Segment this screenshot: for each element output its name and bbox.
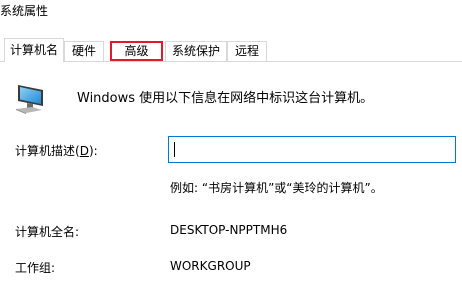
full-name-value: DESKTOP-NPPTMH6 (170, 223, 288, 237)
window-title: 系统属性 (0, 4, 49, 18)
text-caret (174, 142, 175, 157)
workgroup-label: 工作组: (15, 261, 56, 275)
computer-name-panel: Windows 使用以下信息在网络中标识这台计算机。 计算机描述(D): 例如:… (0, 62, 462, 299)
workgroup-value: WORKGROUP (170, 259, 251, 273)
tab-advanced[interactable]: 高级 (110, 41, 163, 61)
system-properties-window: 系统属性 计算机名 硬件 高级 系统保护 远程 Windows 使用以下信息在网… (0, 0, 462, 299)
intro-text: Windows 使用以下信息在网络中标识这台计算机。 (77, 91, 374, 106)
description-label-suffix: ): (88, 144, 98, 158)
computer-description-input[interactable] (168, 136, 456, 163)
computer-monitor-icon (12, 82, 48, 116)
description-label: 计算机描述(D): (15, 142, 98, 159)
tab-computer-name[interactable]: 计算机名 (4, 38, 64, 62)
full-name-label: 计算机全名: (15, 225, 80, 239)
tab-strip: 计算机名 硬件 高级 系统保护 远程 (0, 38, 462, 62)
tab-system-protection[interactable]: 系统保护 (165, 41, 227, 61)
description-label-prefix: 计算机描述( (15, 144, 80, 158)
tab-remote[interactable]: 远程 (227, 41, 267, 61)
tab-hardware[interactable]: 硬件 (64, 41, 104, 61)
description-label-access-key: D (79, 144, 89, 158)
example-text: 例如: “书房计算机”或“美玲的计算机”。 (170, 181, 383, 195)
